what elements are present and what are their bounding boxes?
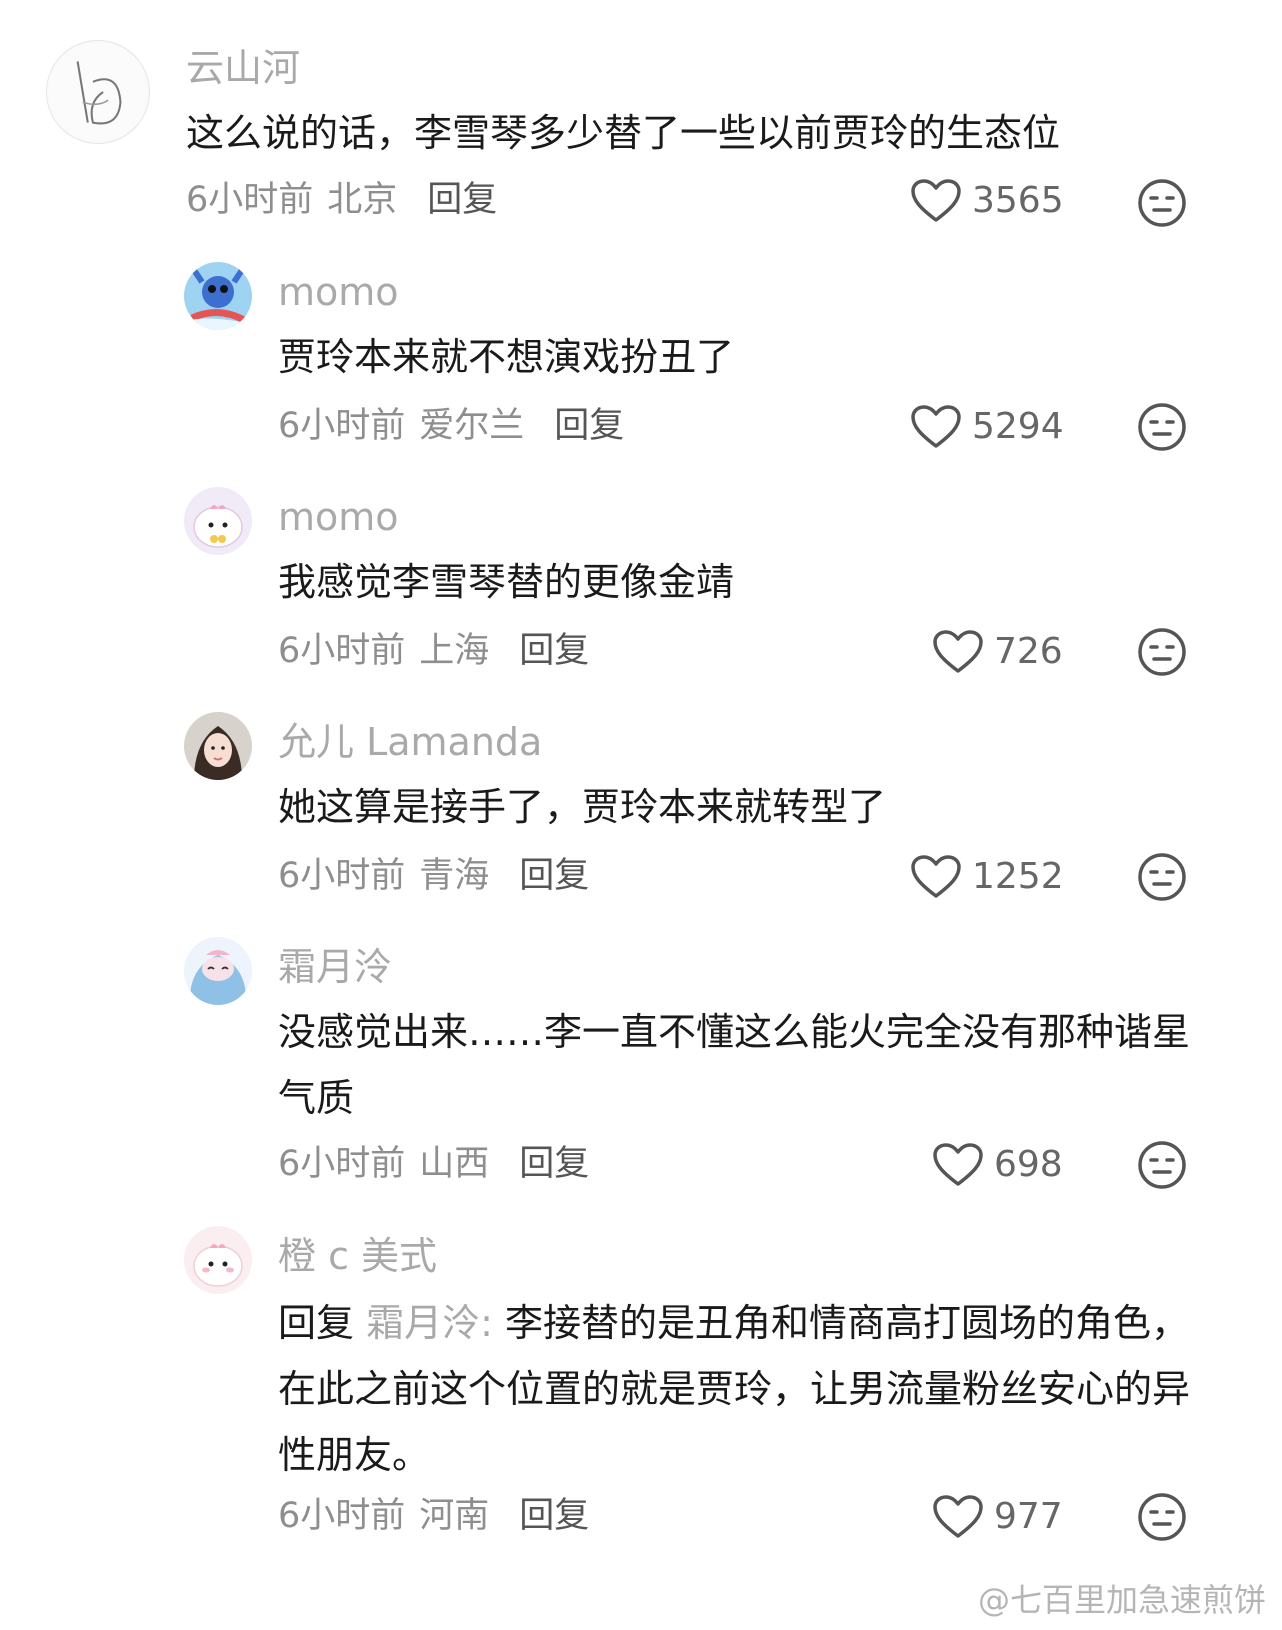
comment-time: 6小时前 [278,1144,406,1184]
reply-button[interactable]: 回复 [519,856,589,896]
comment-location: 爱尔兰 [419,406,525,446]
comment-time: 6小时前 [278,1496,406,1536]
neutral-face-icon[interactable] [1137,852,1187,902]
reply-target-name[interactable]: 霜月泠: [366,1301,493,1345]
like-count: 726 [994,631,1063,672]
commenter-name[interactable]: 霜月泠 [278,945,392,989]
reply-button[interactable]: 回复 [519,631,589,671]
heart-outline-icon [933,630,983,673]
comment-meta: 6小时前 山西 回复 [278,1142,589,1186]
reply-button[interactable]: 回复 [519,1496,589,1536]
comment-meta: 6小时前 青海 回复 [278,854,589,898]
like-button[interactable]: 698 [932,1142,1063,1188]
watermark: @七百里加急速煎饼 [977,1581,1266,1619]
comment-location: 山西 [419,1144,490,1184]
commenter-name[interactable]: momo [278,270,399,314]
neutral-face-icon[interactable] [1137,627,1187,677]
neutral-face-icon[interactable] [1137,178,1187,228]
comment-meta: 6小时前 上海 回复 [278,629,589,673]
comment-text: 没感觉出来……李一直不懂这么能火完全没有那种谐星气质 [278,1010,1191,1120]
comment-text: 这么说的话，李雪琴多少替了一些以前贾玲的生态位 [186,111,1061,155]
heart-outline-icon [911,405,961,448]
like-button[interactable]: 5294 [910,404,1064,450]
comment-time: 6小时前 [186,180,314,220]
reply-button[interactable]: 回复 [519,1144,589,1184]
like-button[interactable]: 977 [932,1494,1063,1540]
heart-outline-icon [911,855,961,898]
comment-location: 北京 [327,180,398,220]
neutral-face-icon[interactable] [1137,402,1187,452]
comment-location: 青海 [419,856,490,896]
like-button[interactable]: 3565 [910,178,1064,224]
like-count: 698 [994,1144,1063,1185]
avatar[interactable] [46,40,150,144]
commenter-name[interactable]: 允儿 Lamanda [278,720,542,764]
like-count: 3565 [972,180,1064,221]
heart-outline-icon [933,1495,983,1538]
comment-meta: 6小时前 爱尔兰 回复 [278,404,624,448]
comment-time: 6小时前 [278,406,406,446]
avatar[interactable] [184,712,252,780]
avatar[interactable] [184,487,252,555]
comment-text: 贾玲本来就不想演戏扮丑了 [278,335,735,379]
comment-location: 河南 [419,1496,490,1536]
reply-prefix: 回复 [278,1301,355,1345]
neutral-face-icon[interactable] [1137,1492,1187,1542]
comment-meta: 6小时前 河南 回复 [278,1494,589,1538]
like-count: 977 [994,1496,1063,1537]
avatar[interactable] [184,1226,252,1294]
commenter-name[interactable]: momo [278,495,399,539]
like-button[interactable]: 726 [932,629,1063,675]
commenter-name[interactable]: 云山河 [186,46,300,90]
comment-time: 6小时前 [278,631,406,671]
heart-outline-icon [933,1143,983,1186]
heart-outline-icon [911,179,961,222]
avatar[interactable] [184,937,252,1005]
comment-time: 6小时前 [278,856,406,896]
comment-text: 我感觉李雪琴替的更像金靖 [278,560,735,604]
comment-location: 上海 [419,631,490,671]
like-count: 5294 [972,406,1064,447]
reply-button[interactable]: 回复 [427,180,497,220]
commenter-name[interactable]: 橙 c 美式 [278,1234,437,1278]
like-count: 1252 [972,856,1064,897]
comment-meta: 6小时前 北京 回复 [186,178,497,222]
comment-text: 回复 霜月泠: 李接替的是丑角和情商高打圆场的角色，在此之前这个位置的就是贾玲，… [278,1290,1198,1488]
comment-text: 她这算是接手了，贾玲本来就转型了 [278,785,887,829]
reply-button[interactable]: 回复 [554,406,624,446]
avatar[interactable] [184,262,252,330]
neutral-face-icon[interactable] [1137,1140,1187,1190]
like-button[interactable]: 1252 [910,854,1064,900]
